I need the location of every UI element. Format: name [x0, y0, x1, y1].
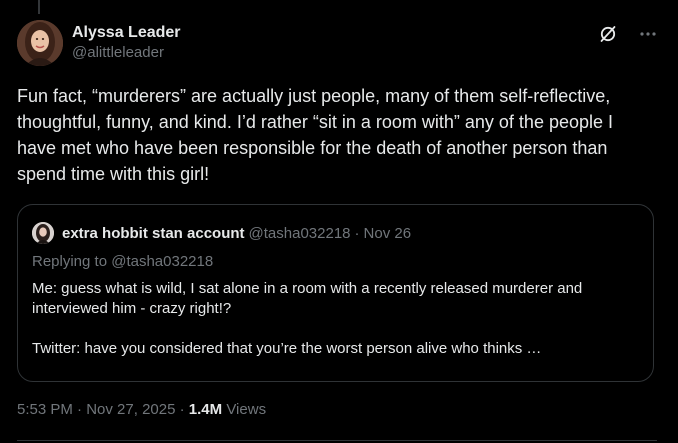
quoted-author-handle: @tasha032218 [248, 224, 351, 242]
views-label: Views [226, 401, 267, 418]
post-metadata: 5:53 PM · Nov 27, 2025 · 1.4M Views [17, 401, 266, 418]
quoted-replying-to: Replying to @tasha032218 [32, 253, 214, 270]
quoted-post-card[interactable]: extra hobbit stan account @tasha032218 ·… [17, 204, 654, 382]
meta-separator: · [77, 401, 83, 418]
author-handle[interactable]: @alittleleader [72, 43, 181, 63]
author-avatar[interactable] [17, 20, 63, 66]
views-count: 1.4M [188, 401, 223, 418]
quoted-post-date: Nov 26 [363, 224, 412, 242]
divider [17, 440, 657, 441]
quoted-post-body: Me: guess what is wild, I sat alone in a… [32, 279, 642, 359]
post-date[interactable]: Nov 27, 2025 [86, 401, 175, 418]
quoted-post-header: extra hobbit stan account @tasha032218 ·… [32, 221, 411, 245]
post-text: Fun fact, “murderers” are actually just … [17, 86, 614, 184]
post-time[interactable]: 5:53 PM [17, 401, 73, 418]
author-display-name[interactable]: Alyssa Leader [72, 23, 181, 43]
meta-separator: · [179, 401, 185, 418]
post-header: Alyssa Leader @alittleleader [17, 20, 658, 68]
more-icon[interactable] [638, 24, 658, 44]
quoted-post-line-2: Twitter: have you considered that you’re… [32, 340, 542, 357]
quoted-post-line-1: Me: guess what is wild, I sat alone in a… [32, 280, 583, 317]
quoted-author-avatar [32, 222, 54, 244]
author-names: Alyssa Leader @alittleleader [72, 23, 181, 63]
thread-connector-line [38, 0, 40, 14]
quoted-author-display-name: extra hobbit stan account [62, 224, 245, 242]
grok-icon[interactable] [598, 24, 618, 44]
quoted-meta-separator: · [354, 224, 360, 242]
